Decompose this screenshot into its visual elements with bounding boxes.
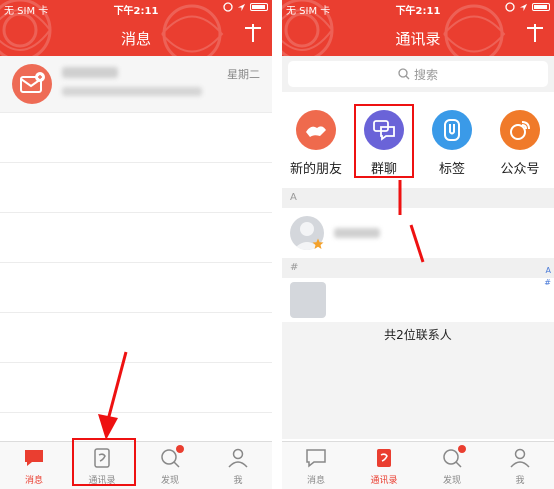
page-title: 通讯录 [395, 30, 441, 48]
tab-label: 通讯录 [370, 476, 398, 486]
star-icon [312, 238, 324, 249]
tab-label: 消息 [24, 476, 43, 486]
quick-action-label: 公众号 [500, 162, 540, 177]
contacts-screen: 无 SIM 卡 下午2:11 通讯录 搜索 新的朋友 群聊 标签 公众号 A #… [282, 0, 554, 489]
divider [0, 412, 272, 413]
messages-header: 无 SIM 卡 下午2:11 消息 [0, 0, 272, 56]
message-time: 星期二 [227, 68, 260, 81]
divider [0, 362, 272, 363]
battery-icon [250, 3, 268, 11]
location-arrow-icon [519, 3, 528, 11]
divider [0, 162, 272, 163]
messages-screen: 无 SIM 卡 下午2:11 消息 星期二 消息 通讯录 发现 我 [0, 0, 272, 489]
add-icon[interactable] [242, 22, 264, 44]
tab-discover[interactable]: 发现 [418, 442, 486, 489]
tab-me[interactable]: 我 [486, 442, 554, 489]
index-letter[interactable]: A [546, 266, 551, 276]
section-header: # [282, 258, 554, 278]
search-placeholder: 搜索 [413, 67, 438, 82]
rotation-lock-icon [505, 2, 515, 12]
envelope-icon [20, 72, 45, 93]
divider [0, 262, 272, 263]
mail-avatar [12, 64, 52, 104]
tab-label: 发现 [160, 476, 179, 486]
person-icon [228, 448, 248, 468]
notification-badge [176, 445, 184, 453]
divider [0, 112, 272, 113]
official-accounts-button[interactable]: 公众号 [486, 92, 554, 188]
status-bar: 无 SIM 卡 下午2:11 [0, 1, 272, 17]
location-arrow-icon [237, 3, 246, 11]
contact-count-footer: 共2位联系人 [282, 322, 554, 439]
contacts-header: 无 SIM 卡 下午2:11 通讯录 [282, 0, 554, 56]
divider [0, 212, 272, 213]
tab-discover[interactable]: 发现 [136, 442, 204, 489]
message-row[interactable]: 星期二 [0, 56, 272, 112]
search-input[interactable]: 搜索 [288, 61, 548, 87]
tag-icon [444, 119, 460, 141]
tags-button[interactable]: 标签 [418, 92, 486, 188]
new-friend-icon [306, 126, 326, 137]
rotation-lock-icon [223, 2, 233, 12]
add-icon[interactable] [524, 22, 546, 44]
tab-me[interactable]: 我 [204, 442, 272, 489]
section-header: A [282, 188, 554, 208]
person-icon [510, 448, 530, 468]
tab-bar: 消息 通讯录 发现 我 [282, 441, 554, 489]
divider [0, 312, 272, 313]
tab-messages[interactable]: 消息 [282, 442, 350, 489]
new-friends-button[interactable]: 新的朋友 [282, 92, 350, 188]
tab-contacts[interactable]: 通讯录 [350, 442, 418, 489]
battery-icon [532, 3, 550, 11]
contact-row[interactable] [282, 208, 554, 258]
highlight-group-chat [354, 104, 414, 178]
contacts-book-icon [377, 449, 391, 467]
search-bar: 搜索 [282, 56, 554, 92]
blurred-contact-name [334, 228, 380, 238]
tab-messages[interactable]: 消息 [0, 442, 68, 489]
notification-badge [458, 445, 466, 453]
tab-label: 消息 [306, 476, 325, 486]
quick-actions: 新的朋友 群聊 标签 公众号 [282, 92, 554, 188]
blurred-sender-name [62, 67, 118, 78]
chat-bubble-icon [25, 450, 43, 466]
official-account-icon [510, 121, 530, 140]
tab-label: 发现 [442, 476, 461, 486]
avatar [290, 282, 326, 318]
contact-row[interactable] [282, 278, 554, 322]
blurred-message-preview [62, 87, 202, 96]
status-bar: 无 SIM 卡 下午2:11 [282, 1, 554, 17]
contact-count: 共2位联系人 [384, 328, 452, 342]
page-title: 消息 [120, 30, 151, 48]
chat-bubble-icon [306, 449, 326, 468]
tab-bar: 消息 通讯录 发现 我 [0, 441, 272, 489]
tab-label: 我 [515, 476, 525, 486]
tab-label: 我 [233, 476, 243, 486]
search-icon [398, 68, 410, 80]
quick-action-label: 标签 [438, 162, 465, 177]
quick-action-label: 新的朋友 [289, 162, 342, 177]
index-letter[interactable]: # [544, 278, 551, 288]
highlight-contacts-tab [72, 438, 136, 486]
